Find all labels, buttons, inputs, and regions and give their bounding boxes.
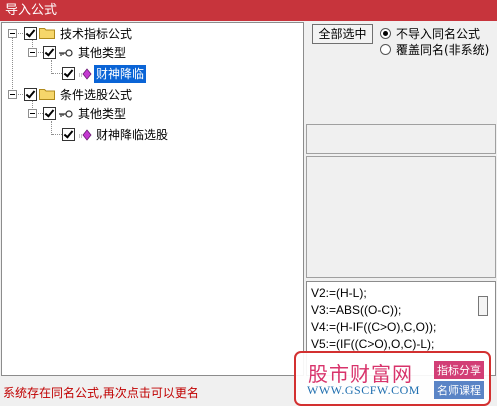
select-all-button[interactable]: 全部选中 (312, 24, 373, 44)
folder-icon (39, 89, 55, 100)
collapse-icon[interactable] (28, 48, 37, 57)
radio-overwrite-same-name[interactable] (380, 44, 391, 55)
import-formula-dialog: 导入公式 技术指标公式 其他类型 财神降临 条件选股公式 其他类型 财神降临选股… (0, 0, 497, 406)
tree-node-other-type[interactable]: 其他类型 (2, 105, 302, 123)
checkbox-checked[interactable] (62, 67, 75, 80)
collapse-icon[interactable] (8, 29, 17, 38)
formula-icon (79, 68, 92, 80)
checkbox-checked[interactable] (62, 128, 75, 141)
code-line: V3:=ABS((O-C)); (311, 303, 402, 317)
window-title: 导入公式 (5, 3, 58, 18)
tree-item-label: 财神降临选股 (96, 128, 169, 142)
info-panel-small (306, 124, 496, 154)
checkbox-checked[interactable] (43, 107, 56, 120)
code-line: V2:=(H-L); (311, 286, 367, 300)
tree-leaf-caishen-jianglin-xuangu[interactable]: 财神降临选股 (2, 126, 302, 144)
watermark-logo: 股市财富网 WWW.GSCFW.COM 指标分享 名师课程 (294, 351, 491, 406)
checkbox-checked[interactable] (24, 88, 37, 101)
key-icon (59, 110, 73, 118)
tree-item-label-selected: 财神降临 (94, 65, 147, 83)
checkbox-checked[interactable] (24, 27, 37, 40)
formula-tree[interactable]: 技术指标公式 其他类型 财神降临 条件选股公式 其他类型 财神降临选股 (1, 22, 304, 376)
tree-group-label: 条件选股公式 (60, 88, 133, 102)
collapse-icon[interactable] (8, 90, 17, 99)
watermark-tag-course: 名师课程 (434, 381, 484, 399)
tree-node-technical-indicators[interactable]: 技术指标公式 (2, 25, 302, 43)
radio-label-no-import: 不导入同名公式 (396, 27, 481, 41)
tree-group-label: 技术指标公式 (60, 27, 133, 41)
watermark-tag-share: 指标分享 (434, 361, 484, 379)
info-panel-description (306, 156, 496, 278)
watermark-url: WWW.GSCFW.COM (307, 383, 420, 397)
tree-node-other-type[interactable]: 其他类型 (2, 44, 302, 62)
tree-type-label: 其他类型 (78, 107, 127, 121)
status-message: 系统存在同名公式,再次点击可以更名 (3, 386, 199, 400)
title-bar: 导入公式 (0, 0, 497, 21)
checkbox-checked[interactable] (43, 46, 56, 59)
key-icon (59, 49, 73, 57)
radio-no-import-same-name[interactable] (380, 28, 391, 39)
tree-node-stock-selection[interactable]: 条件选股公式 (2, 86, 302, 104)
formula-icon (79, 129, 92, 141)
collapse-icon[interactable] (28, 109, 37, 118)
tree-type-label: 其他类型 (78, 46, 127, 60)
tree-leaf-caishen-jianglin[interactable]: 财神降临 (2, 65, 302, 83)
code-scrollbar-thumb[interactable] (478, 296, 488, 316)
code-line: V4:=(H-IF((C>O),C,O)); (311, 320, 437, 334)
radio-label-overwrite: 覆盖同名(非系统) (396, 43, 490, 57)
code-line: V5:=(IF((C>O),O,C)-L); (311, 337, 435, 351)
folder-icon (39, 28, 55, 39)
